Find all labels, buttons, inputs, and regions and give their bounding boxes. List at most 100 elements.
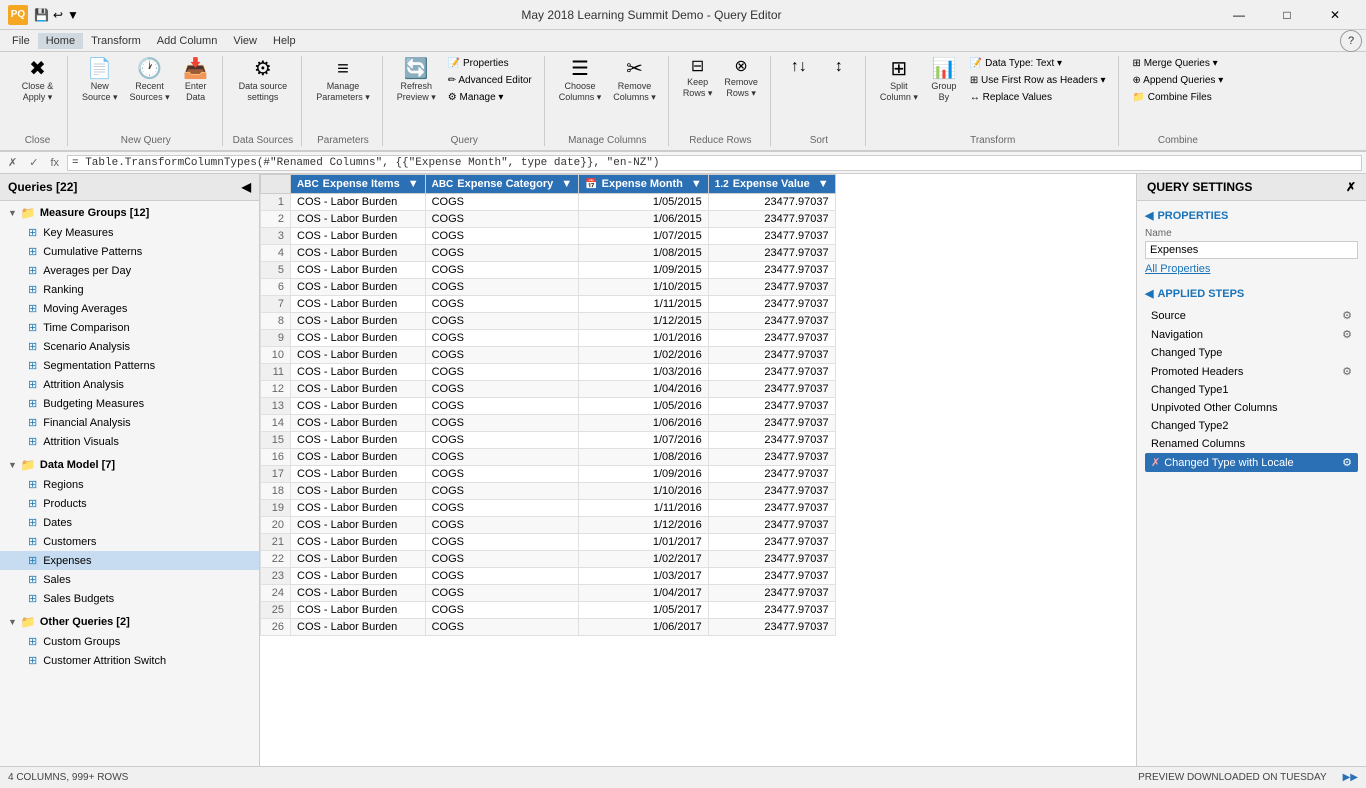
sort-descending-button[interactable]: ↕ <box>821 56 857 80</box>
table-row[interactable]: 22COS - Labor BurdenCOGS1/02/201723477.9… <box>261 551 836 568</box>
table-row[interactable]: 21COS - Labor BurdenCOGS1/01/201723477.9… <box>261 534 836 551</box>
group-by-button[interactable]: 📊 GroupBy <box>926 56 962 106</box>
close-button[interactable]: ✕ <box>1312 0 1358 30</box>
remove-columns-button[interactable]: ✂ RemoveColumns ▾ <box>609 56 660 106</box>
refresh-preview-button[interactable]: 🔄 RefreshPreview ▾ <box>393 56 440 106</box>
sidebar-item-attrition-analysis[interactable]: ⊞Attrition Analysis <box>0 375 259 394</box>
step-settings-icon[interactable]: ⚙ <box>1342 456 1352 469</box>
manage-button[interactable]: ⚙ Manage ▾ <box>444 90 536 105</box>
new-source-button[interactable]: 📄 NewSource ▾ <box>78 56 122 106</box>
table-row[interactable]: 17COS - Labor BurdenCOGS1/09/201623477.9… <box>261 466 836 483</box>
col-filter-icon[interactable]: ▼ <box>408 178 419 190</box>
merge-queries-button[interactable]: ⊞ Merge Queries ▾ <box>1129 56 1228 71</box>
group-header-data-model[interactable]: ▼ 📁 Data Model [7] <box>0 455 259 475</box>
table-row[interactable]: 19COS - Labor BurdenCOGS1/11/201623477.9… <box>261 500 836 517</box>
table-row[interactable]: 16COS - Labor BurdenCOGS1/08/201623477.9… <box>261 449 836 466</box>
sidebar-item-ranking[interactable]: ⊞Ranking <box>0 280 259 299</box>
properties-button[interactable]: 📝 Properties <box>444 56 536 71</box>
remove-rows-button[interactable]: ⊗ RemoveRows ▾ <box>720 56 762 102</box>
table-row[interactable]: 15COS - Labor BurdenCOGS1/07/201623477.9… <box>261 432 836 449</box>
col-filter-icon[interactable]: ▼ <box>818 178 829 190</box>
step-promoted-headers[interactable]: Promoted Headers ⚙ <box>1145 362 1358 381</box>
table-row[interactable]: 25COS - Labor BurdenCOGS1/05/201723477.9… <box>261 602 836 619</box>
table-row[interactable]: 24COS - Labor BurdenCOGS1/04/201723477.9… <box>261 585 836 602</box>
formula-cancel-button[interactable]: ✗ <box>4 156 21 169</box>
formula-accept-button[interactable]: ✓ <box>25 156 42 169</box>
data-type-button[interactable]: 📝 Data Type: Text ▾ <box>966 56 1110 71</box>
minimize-button[interactable]: — <box>1216 0 1262 30</box>
table-row[interactable]: 3COS - Labor BurdenCOGS1/07/201523477.97… <box>261 228 836 245</box>
table-row[interactable]: 10COS - Labor BurdenCOGS1/02/201623477.9… <box>261 347 836 364</box>
table-row[interactable]: 11COS - Labor BurdenCOGS1/03/201623477.9… <box>261 364 836 381</box>
table-row[interactable]: 6COS - Labor BurdenCOGS1/10/201523477.97… <box>261 279 836 296</box>
column-header-expense-category[interactable]: ABC Expense Category ▼ <box>425 175 579 194</box>
col-filter-icon[interactable]: ▼ <box>691 178 702 190</box>
step-settings-icon[interactable]: ⚙ <box>1342 328 1352 341</box>
sidebar-item-attrition-visuals[interactable]: ⊞Attrition Visuals <box>0 432 259 451</box>
sidebar-item-moving-averages[interactable]: ⊞Moving Averages <box>0 299 259 318</box>
sidebar-item-customer-attrition-switch[interactable]: ⊞Customer Attrition Switch <box>0 651 259 670</box>
group-header-measure-groups[interactable]: ▼ 📁 Measure Groups [12] <box>0 203 259 223</box>
all-properties-link[interactable]: All Properties <box>1145 263 1210 275</box>
group-header-other-queries[interactable]: ▼ 📁 Other Queries [2] <box>0 612 259 632</box>
choose-columns-button[interactable]: ☰ ChooseColumns ▾ <box>555 56 606 106</box>
sidebar-item-customers[interactable]: ⊞Customers <box>0 532 259 551</box>
formula-input[interactable] <box>67 155 1362 171</box>
table-row[interactable]: 13COS - Labor BurdenCOGS1/05/201623477.9… <box>261 398 836 415</box>
step-unpivoted-other-columns[interactable]: Unpivoted Other Columns <box>1145 399 1358 417</box>
use-first-row-button[interactable]: ⊞ Use First Row as Headers ▾ <box>966 73 1110 88</box>
sidebar-item-financial-analysis[interactable]: ⊞Financial Analysis <box>0 413 259 432</box>
step-changed-type[interactable]: Changed Type <box>1145 344 1358 362</box>
step-settings-icon[interactable]: ⚙ <box>1342 309 1352 322</box>
menu-transform[interactable]: Transform <box>83 33 149 49</box>
sidebar-item-key-measures[interactable]: ⊞Key Measures <box>0 223 259 242</box>
maximize-button[interactable]: □ <box>1264 0 1310 30</box>
sidebar-item-dates[interactable]: ⊞Dates <box>0 513 259 532</box>
column-header-expense-value[interactable]: 1.2 Expense Value ▼ <box>708 175 835 194</box>
sidebar-item-cumulative-patterns[interactable]: ⊞Cumulative Patterns <box>0 242 259 261</box>
sidebar-item-scenario-analysis[interactable]: ⊞Scenario Analysis <box>0 337 259 356</box>
sidebar-item-time-comparison[interactable]: ⊞Time Comparison <box>0 318 259 337</box>
step-changed-type1[interactable]: Changed Type1 <box>1145 381 1358 399</box>
menu-home[interactable]: Home <box>38 33 83 49</box>
menu-add-column[interactable]: Add Column <box>149 33 226 49</box>
quick-actions[interactable]: 💾 ↩ ▼ <box>34 8 79 22</box>
table-row[interactable]: 26COS - Labor BurdenCOGS1/06/201723477.9… <box>261 619 836 636</box>
split-column-button[interactable]: ⊞ SplitColumn ▾ <box>876 56 922 106</box>
table-row[interactable]: 18COS - Labor BurdenCOGS1/10/201623477.9… <box>261 483 836 500</box>
step-navigation[interactable]: Navigation ⚙ <box>1145 325 1358 344</box>
sidebar-item-sales-budgets[interactable]: ⊞Sales Budgets <box>0 589 259 608</box>
table-row[interactable]: 23COS - Labor BurdenCOGS1/03/201723477.9… <box>261 568 836 585</box>
sidebar-item-products[interactable]: ⊞Products <box>0 494 259 513</box>
undo-icon[interactable]: ↩ <box>53 8 63 22</box>
table-row[interactable]: 1COS - Labor BurdenCOGS1/05/201523477.97… <box>261 194 836 211</box>
table-row[interactable]: 12COS - Labor BurdenCOGS1/04/201623477.9… <box>261 381 836 398</box>
sidebar-item-segmentation-patterns[interactable]: ⊞Segmentation Patterns <box>0 356 259 375</box>
sidebar-item-sales[interactable]: ⊞Sales <box>0 570 259 589</box>
step-renamed-columns[interactable]: Renamed Columns <box>1145 435 1358 453</box>
sidebar-item-averages-per-day[interactable]: ⊞Averages per Day <box>0 261 259 280</box>
col-filter-icon[interactable]: ▼ <box>561 178 572 190</box>
column-header-expense-items[interactable]: ABC Expense Items ▼ <box>291 175 426 194</box>
append-queries-button[interactable]: ⊕ Append Queries ▾ <box>1129 73 1228 88</box>
data-source-settings-button[interactable]: ⚙ Data sourcesettings <box>235 56 292 106</box>
sidebar-item-custom-groups[interactable]: ⊞Custom Groups <box>0 632 259 651</box>
qs-name-input[interactable] <box>1145 241 1358 259</box>
enter-data-button[interactable]: 📥 EnterData <box>178 56 214 106</box>
table-row[interactable]: 4COS - Labor BurdenCOGS1/08/201523477.97… <box>261 245 836 262</box>
table-row[interactable]: 20COS - Labor BurdenCOGS1/12/201623477.9… <box>261 517 836 534</box>
step-source[interactable]: Source ⚙ <box>1145 306 1358 325</box>
combine-files-button[interactable]: 📁 Combine Files <box>1129 90 1228 105</box>
menu-file[interactable]: File <box>4 33 38 49</box>
help-button[interactable]: ? <box>1340 30 1362 52</box>
close-apply-button[interactable]: ✖ Close &Apply ▾ <box>18 56 58 106</box>
table-row[interactable]: 9COS - Labor BurdenCOGS1/01/201623477.97… <box>261 330 836 347</box>
table-row[interactable]: 8COS - Labor BurdenCOGS1/12/201523477.97… <box>261 313 836 330</box>
sidebar-item-regions[interactable]: ⊞Regions <box>0 475 259 494</box>
navigate-icon[interactable]: ▶▶ <box>1343 772 1358 783</box>
manage-parameters-button[interactable]: ≡ ManageParameters ▾ <box>312 56 374 106</box>
sidebar-item-expenses[interactable]: ⊞Expenses <box>0 551 259 570</box>
menu-help[interactable]: Help <box>265 33 304 49</box>
sidebar-collapse-button[interactable]: ◀ <box>242 180 251 194</box>
step-changed-type-with-locale[interactable]: ✗ Changed Type with Locale ⚙ <box>1145 453 1358 472</box>
